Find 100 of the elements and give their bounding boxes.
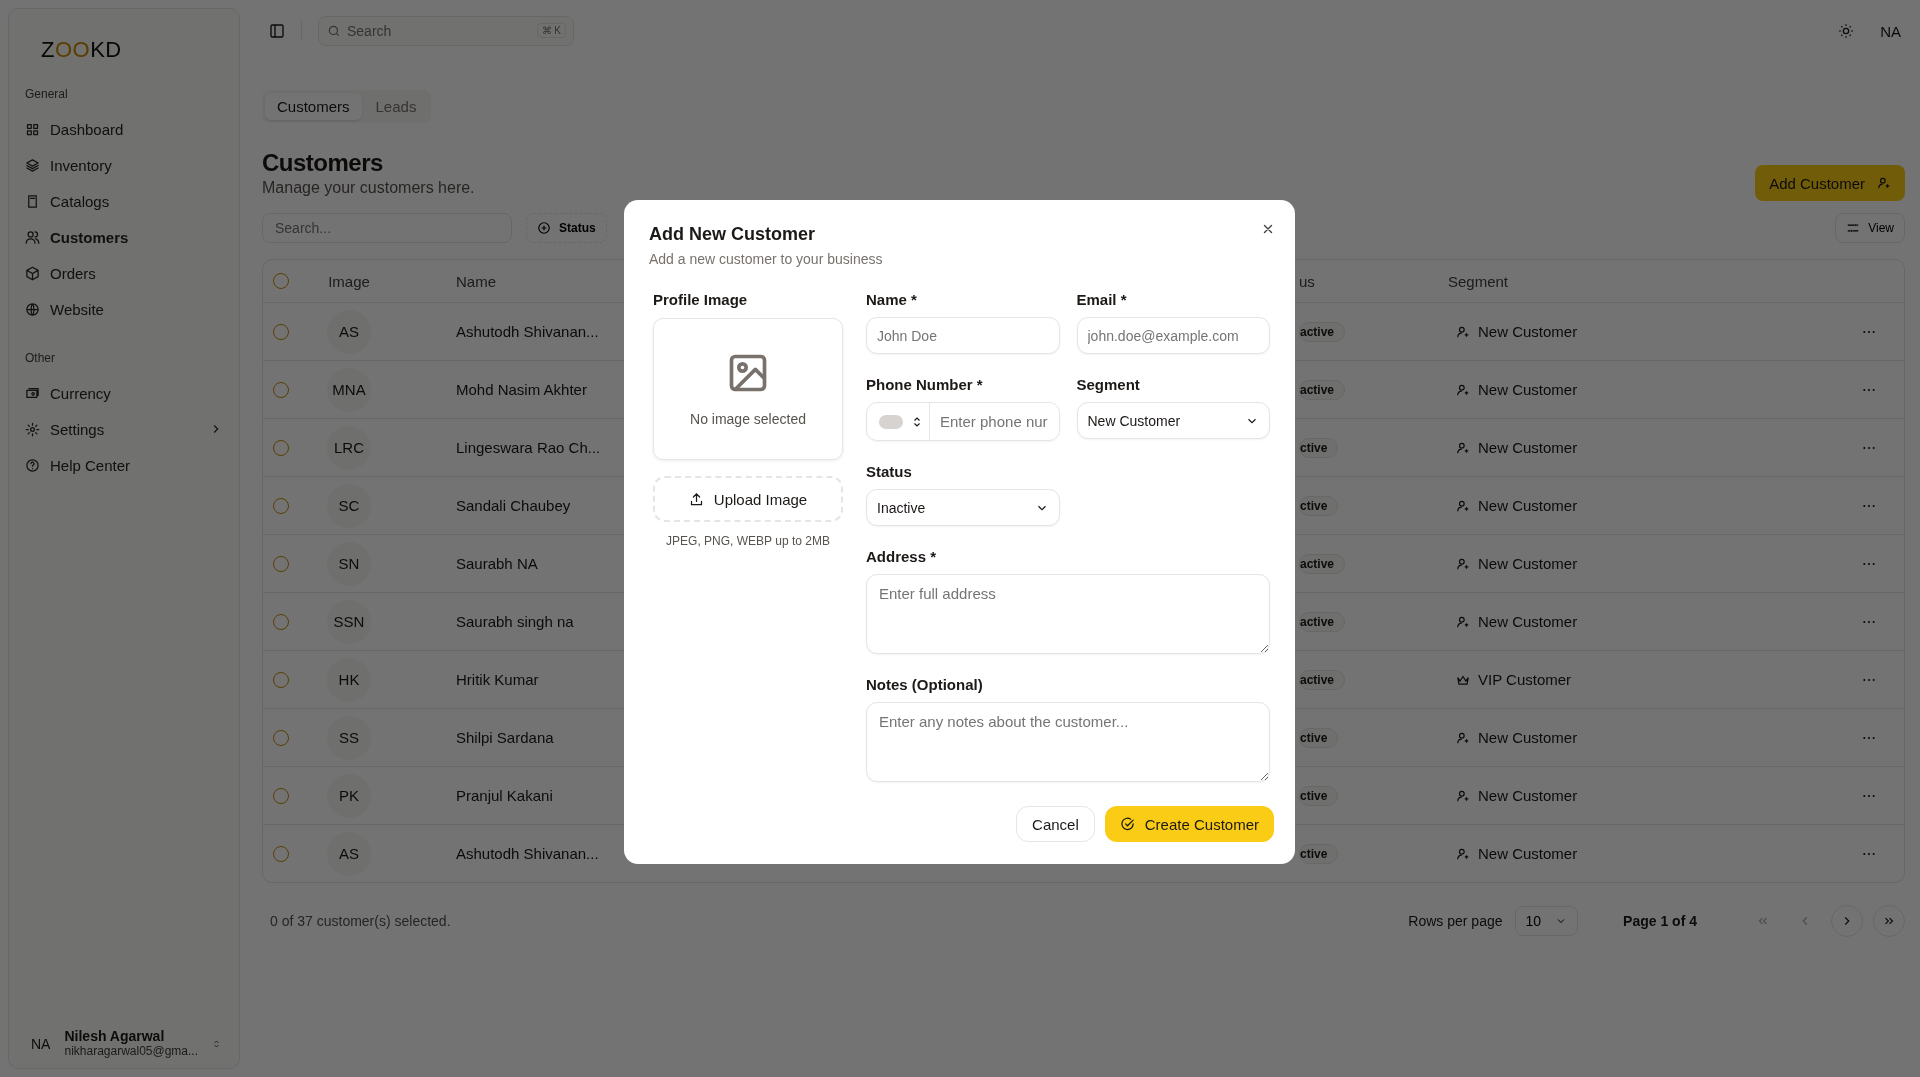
page-indicator: Page 1 of 4 — [1623, 913, 1697, 929]
globe-icon — [25, 301, 40, 317]
table-cell: Lingeswara Rao Ch... — [456, 439, 601, 456]
help-icon — [25, 457, 40, 473]
dialog-description: Add a new customer to your business — [649, 251, 883, 267]
user-plus-icon — [1456, 730, 1470, 745]
sidebar-item[interactable]: Inventory — [9, 147, 239, 183]
select-field[interactable]: New Customer — [1076, 402, 1270, 439]
table-cell: Saurabh NA — [456, 555, 538, 572]
close-icon[interactable] — [1261, 222, 1275, 236]
sun-icon[interactable] — [1838, 23, 1855, 39]
book-icon — [25, 193, 40, 209]
status-badge: active — [1299, 611, 1346, 632]
sidebar-item[interactable]: Currency — [9, 375, 239, 411]
status-filter-button[interactable]: Status — [526, 213, 607, 243]
avatar: LRC — [327, 425, 371, 470]
phone-field[interactable]: Enter phone nur — [866, 402, 1060, 441]
column-header: Name — [456, 272, 496, 290]
table-cell: New Customer — [1478, 729, 1578, 746]
sidebar-item[interactable]: Settings — [9, 411, 239, 447]
view-button[interactable]: View — [1835, 213, 1905, 243]
table-cell: Pranjul Kakani — [456, 787, 553, 804]
add-customer-button[interactable]: Add Customer — [1755, 165, 1905, 201]
input-field[interactable]: John Doe — [866, 317, 1060, 354]
avatar: SSN — [327, 599, 371, 644]
table-cell: New Customer — [1478, 555, 1578, 572]
plus-circle-icon — [537, 221, 551, 235]
tab[interactable]: Customers — [265, 93, 362, 120]
sidebar-item[interactable]: Website — [9, 291, 239, 327]
user-plus-icon — [1456, 324, 1470, 339]
field-label: Phone Number * — [866, 376, 983, 393]
table-cell: New Customer — [1478, 845, 1578, 862]
table-cell: VIP Customer — [1478, 671, 1572, 688]
select-field[interactable]: Inactive — [866, 489, 1060, 526]
selection-count: 0 of 37 customer(s) selected. — [270, 913, 451, 929]
user-plus-icon — [1456, 614, 1470, 629]
column-header: us — [1299, 272, 1315, 290]
avatar: MNA — [327, 367, 371, 412]
tab[interactable]: Leads — [363, 93, 429, 120]
logo: ZOOKD — [41, 37, 122, 63]
status-badge: active — [1299, 669, 1346, 690]
upload-icon — [688, 491, 704, 507]
avatar[interactable]: NA — [1880, 22, 1901, 40]
dialog-title: Add New Customer — [649, 224, 816, 245]
table-cell: New Customer — [1478, 787, 1578, 804]
layers-icon — [25, 157, 40, 173]
search-icon — [327, 24, 341, 38]
table-cell: Shilpi Sardana — [456, 729, 554, 746]
upload-image-button[interactable]: Upload Image — [653, 476, 843, 522]
column-header: Image — [328, 272, 370, 290]
rows-per-page-label: Rows per page — [1408, 913, 1503, 929]
settings-icon — [25, 421, 40, 437]
sidebar-item[interactable]: Catalogs — [9, 183, 239, 219]
table-cell: New Customer — [1478, 323, 1578, 340]
sidebar-group-label: Other — [25, 351, 55, 365]
table-cell: New Customer — [1478, 439, 1578, 456]
user-plus-icon — [1456, 556, 1470, 571]
sidebar-item[interactable]: Customers — [9, 219, 239, 255]
user-plus-icon — [1456, 846, 1470, 861]
table-cell: New Customer — [1478, 497, 1578, 514]
status-badge: ctive — [1299, 785, 1339, 806]
sidebar-toggle-icon[interactable] — [269, 23, 285, 39]
flag-placeholder — [879, 414, 903, 429]
table-cell: New Customer — [1478, 613, 1578, 630]
field-label: Notes (Optional) — [866, 676, 983, 693]
users-icon — [25, 229, 40, 245]
banknote-icon — [25, 385, 40, 401]
create-customer-button[interactable]: Create Customer — [1104, 806, 1274, 842]
text-area[interactable]: Enter any notes about the customer... — [866, 702, 1270, 782]
avatar: SN — [327, 541, 371, 586]
user-plus-icon — [1456, 788, 1470, 803]
field-label: Address * — [866, 548, 937, 565]
status-badge: ctive — [1299, 495, 1339, 516]
text-area[interactable]: Enter full address — [866, 574, 1270, 654]
sidebar-item[interactable]: Help Center — [9, 447, 239, 483]
table-cell: Ashutodh Shivanan... — [456, 845, 599, 862]
avatar: SC — [327, 483, 371, 528]
field-label: Status — [866, 463, 912, 480]
cancel-button[interactable]: Cancel — [1016, 806, 1095, 842]
rows-per-page-select[interactable]: 10 — [1514, 906, 1579, 936]
page-title: Customers — [262, 149, 384, 177]
empty-image-text: No image selected — [690, 411, 806, 427]
input-field[interactable]: john.doe@example.com — [1076, 317, 1270, 354]
sidebar-group-label: General — [25, 87, 68, 101]
sidebar-item[interactable]: Dashboard — [9, 111, 239, 147]
upload-hint: JPEG, PNG, WEBP up to 2MB — [665, 534, 831, 548]
table-cell: Mohd Nasim Akhter — [456, 381, 587, 398]
sliders-icon — [1846, 221, 1861, 235]
search-field[interactable]: Search... — [262, 213, 512, 243]
column-header: Segment — [1448, 272, 1509, 290]
avatar: SS — [327, 715, 371, 760]
field-label: Profile Image — [653, 291, 748, 308]
sidebar-item[interactable]: Orders — [9, 255, 239, 291]
shortcut-hint: ⌘ K — [536, 23, 566, 38]
cube-icon — [25, 265, 40, 281]
status-badge: ctive — [1299, 843, 1339, 864]
table-cell: New Customer — [1478, 381, 1578, 398]
avatar: AS — [327, 831, 371, 876]
avatar: HK — [327, 657, 371, 702]
status-badge: ctive — [1299, 437, 1339, 458]
